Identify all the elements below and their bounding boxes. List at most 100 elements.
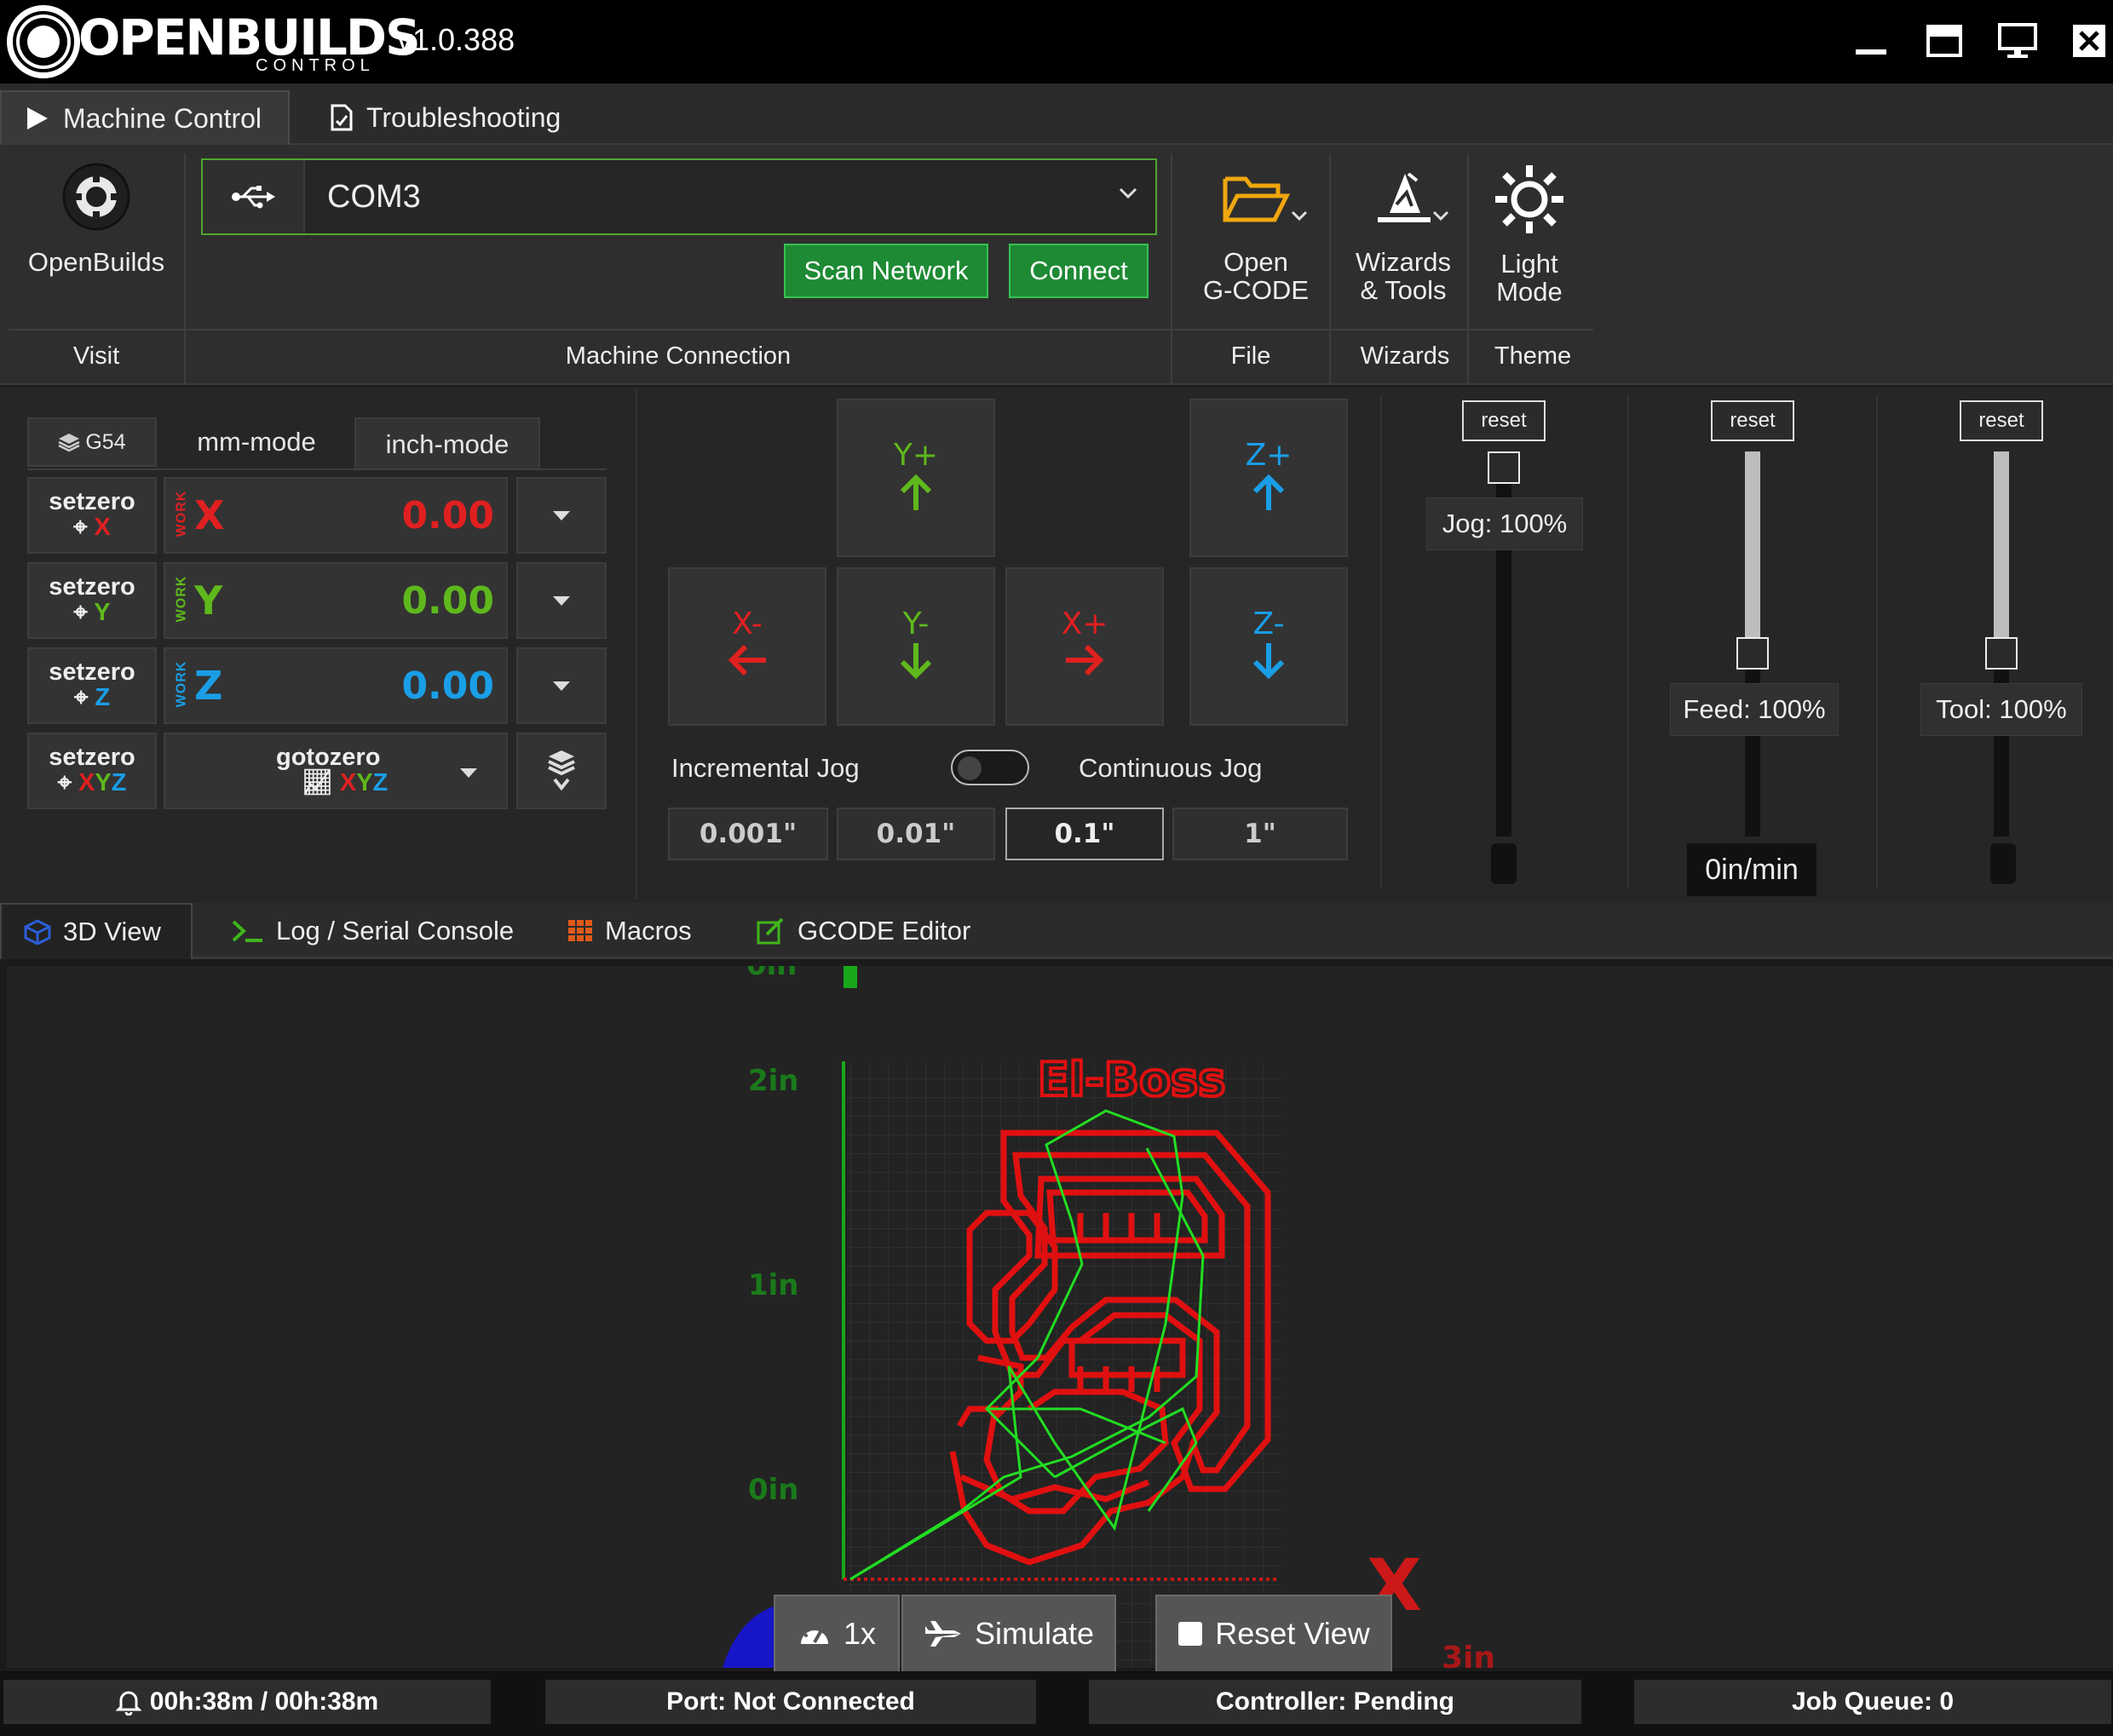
app-version: v1.0.388 [397, 22, 515, 57]
tab-machine-control[interactable]: Machine Control [0, 90, 290, 145]
axis-tick-1in: 1in [748, 1268, 799, 1302]
x-options-dropdown[interactable] [516, 477, 607, 554]
jog-x-plus-button[interactable]: X+ [1005, 567, 1164, 726]
probe-layers-button[interactable] [516, 733, 607, 809]
caret-down-icon [553, 510, 570, 520]
job-time-text: 00h:38m / 00h:38m [149, 1687, 379, 1716]
feed-override-reset-button[interactable]: reset [1711, 400, 1794, 441]
step-01-button[interactable]: 0.1" [1005, 808, 1164, 860]
grid-icon [568, 920, 592, 941]
dro-x-value: 0.00 [401, 494, 494, 537]
step-0001-button[interactable]: 0.001" [668, 808, 828, 860]
crosshair-icon: ⌖ [73, 684, 95, 711]
scan-network-button[interactable]: Scan Network [784, 244, 988, 298]
arrow-left-icon [728, 644, 766, 676]
dro-y: WORK Y 0.00 [164, 562, 508, 639]
jog-override-value: Jog: 100% [1426, 497, 1583, 550]
jog-label: Z- [1252, 606, 1285, 641]
arrow-right-icon [1066, 644, 1104, 676]
caret-down-icon [553, 681, 570, 691]
y-axis-marker [843, 966, 857, 988]
tab-3d-view[interactable]: 3D View [0, 903, 193, 959]
port-status: Port: Not Connected [545, 1680, 1036, 1724]
jog-y-minus-button[interactable]: Y- [837, 567, 995, 726]
tool-slider-endcap [1990, 843, 2016, 884]
inch-mode-tab[interactable]: inch-mode [354, 417, 540, 470]
caret-down-icon [553, 595, 570, 606]
gotozero-button[interactable]: gotozero 📈︎ XYZ [164, 733, 508, 809]
arrow-down-icon [900, 643, 932, 680]
group-label-divider [9, 329, 1593, 331]
dro-z: WORK Z 0.00 [164, 647, 508, 724]
tab-troubleshooting[interactable]: Troubleshooting [307, 90, 584, 145]
open-gcode-button[interactable]: Open G-CODE [1184, 170, 1327, 315]
port-select[interactable]: COM3 [201, 158, 1157, 235]
3d-viewer-canvas[interactable]: 2in 1in 0in 0in 3in X El-Boss [7, 948, 2113, 1676]
window-icon [1926, 25, 1962, 57]
folder-open-icon [1223, 176, 1291, 222]
simulation-speed-button[interactable]: 1x [774, 1595, 900, 1673]
connect-button[interactable]: Connect [1009, 244, 1149, 298]
simulate-button[interactable]: Simulate [901, 1595, 1116, 1673]
sun-icon [1495, 165, 1563, 233]
main-tab-bar: Machine Control Troubleshooting [0, 83, 2113, 145]
chevron-down-icon [1432, 210, 1449, 221]
tab-label: Troubleshooting [366, 101, 561, 133]
divider [1627, 395, 1629, 889]
setzero-z-button[interactable]: setzero ⌖ Z [27, 647, 157, 724]
y-options-dropdown[interactable] [516, 562, 607, 639]
crosshair-icon: ⌖ [73, 599, 95, 626]
close-button[interactable] [2065, 17, 2113, 65]
controller-status: Controller: Pending [1089, 1680, 1581, 1724]
setzero-x-button[interactable]: setzero ⌖ X [27, 477, 157, 554]
tool-slider-thumb[interactable] [1985, 637, 2018, 670]
tab-macros[interactable]: Macros [545, 903, 714, 959]
wizard-hat-icon [1378, 172, 1431, 222]
restore-button[interactable] [1920, 17, 1968, 65]
light-mode-button[interactable]: Light Mode [1474, 164, 1585, 308]
group-label-visit: Visit [72, 342, 120, 370]
wizards-tools-button[interactable]: Wizards & Tools [1339, 170, 1467, 315]
feed-slider-thumb[interactable] [1736, 637, 1769, 670]
setzero-axis-label: Z [95, 684, 111, 711]
jog-x-minus-button[interactable]: X- [668, 567, 826, 726]
job-queue-status: Job Queue: 0 [1634, 1680, 2111, 1724]
jog-override-reset-button[interactable]: reset [1462, 400, 1546, 441]
fullscreen-button[interactable] [1994, 17, 2041, 65]
wizards-line1: Wizards [1356, 247, 1451, 277]
group-label-wizards: Wizards [1360, 342, 1450, 370]
setzero-y-button[interactable]: setzero ⌖ Y [27, 562, 157, 639]
jog-y-plus-button[interactable]: Y+ [837, 399, 995, 557]
jog-z-plus-button[interactable]: Z+ [1189, 399, 1348, 557]
light-mode-line2: Mode [1496, 277, 1563, 307]
jog-mode-toggle[interactable] [951, 750, 1029, 785]
chevron-down-icon [1119, 187, 1137, 199]
z-options-dropdown[interactable] [516, 647, 607, 724]
setzero-label: setzero [49, 744, 135, 771]
tab-gcode-editor[interactable]: GCODE Editor [734, 903, 993, 959]
setzero-label: setzero [49, 658, 135, 686]
setzero-axis: ⌖ XYZ [29, 770, 155, 796]
openbuilds-visit-button[interactable]: OpenBuilds [9, 162, 184, 307]
openbuilds-gear-icon [62, 163, 130, 231]
tab-log-serial-console[interactable]: Log / Serial Console [208, 903, 536, 959]
setzero-label: setzero [49, 573, 135, 601]
dro-z-value: 0.00 [401, 664, 494, 708]
minimize-icon [1856, 49, 1886, 55]
monitor-icon [1998, 23, 2037, 58]
setzero-xyz-button[interactable]: setzero ⌖ XYZ [27, 733, 157, 809]
arrow-down-icon [1252, 643, 1285, 680]
jog-slider-endcap [1491, 843, 1517, 884]
jog-z-minus-button[interactable]: Z- [1189, 567, 1348, 726]
crosshair-icon: ⌖ [73, 514, 95, 541]
wcs-selector[interactable]: G54 [27, 417, 157, 467]
minimize-button[interactable] [1847, 17, 1895, 65]
tool-override-reset-button[interactable]: reset [1960, 400, 2043, 441]
jog-slider-thumb[interactable] [1488, 451, 1520, 484]
mm-mode-tab[interactable]: mm-mode [167, 417, 346, 467]
terminal-icon [232, 920, 262, 942]
caret-down-icon [460, 768, 477, 778]
reset-view-button[interactable]: Reset View [1155, 1595, 1392, 1673]
step-1-button[interactable]: 1" [1172, 808, 1348, 860]
step-001-button[interactable]: 0.01" [837, 808, 995, 860]
